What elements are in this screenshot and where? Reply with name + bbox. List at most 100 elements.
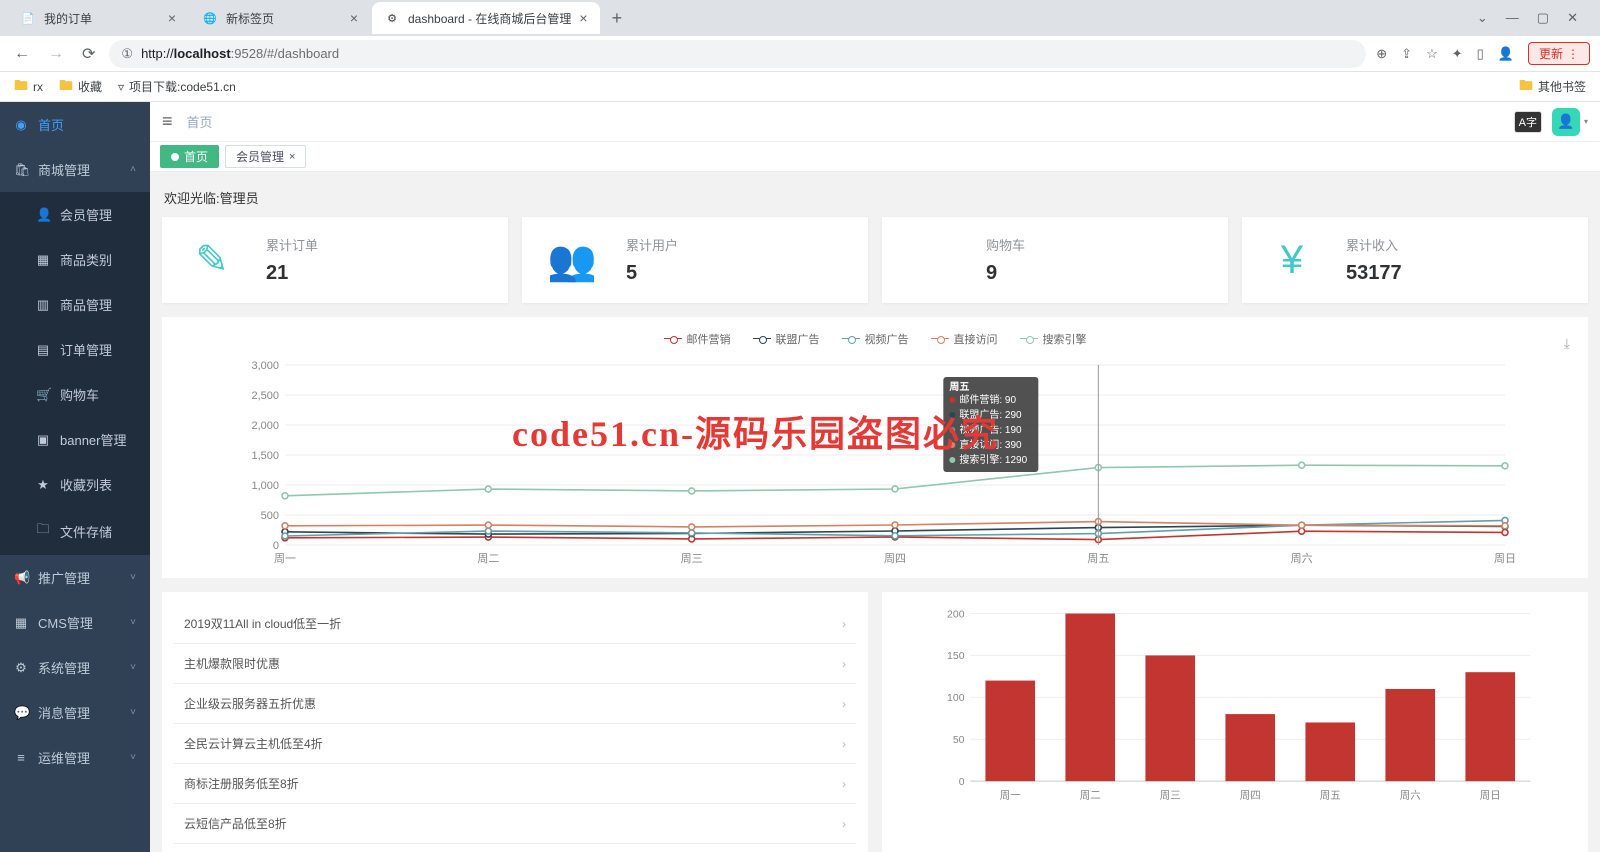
profile-icon[interactable]: 👤 (1498, 46, 1514, 62)
add-tab-button[interactable]: + (602, 8, 633, 29)
sidebar-item-group-3[interactable]: 💬消息管理˅ (0, 690, 150, 735)
sidebar-item-group-2[interactable]: ⚙系统管理˅ (0, 645, 150, 690)
folder-icon: 🖿 (14, 75, 28, 99)
bookmark-other[interactable]: 🖿其他书签 (1519, 75, 1586, 99)
svg-text:2,500: 2,500 (251, 390, 279, 402)
menu-icon: 👤 (36, 207, 50, 223)
bookmark-rx[interactable]: 🖿rx (14, 75, 43, 99)
promo-row-4[interactable]: 商标注册服务低至8折› (174, 764, 856, 804)
avatar[interactable]: 👤 (1552, 108, 1580, 136)
chevron-right-icon: › (842, 777, 846, 791)
svg-text:100: 100 (947, 693, 965, 704)
browser-tab-1[interactable]: 🌐 新标签页 × (190, 2, 370, 34)
minimize-icon[interactable]: ― (1506, 10, 1519, 26)
svg-text:3,000: 3,000 (251, 360, 279, 372)
close-icon[interactable]: × (579, 10, 587, 26)
menu-icon: ▤ (36, 342, 50, 358)
sidebar-item-mall-7[interactable]: 🗀文件存储 (0, 507, 150, 555)
update-button[interactable]: 更新⋮ (1528, 42, 1590, 65)
address-bar: ← → ⟳ ① http://localhost:9528/#/dashboar… (0, 36, 1600, 72)
browser-tab-2[interactable]: ⚙ dashboard - 在线商城后台管理 × (372, 2, 600, 34)
sidebar-item-mall-0[interactable]: 👤会员管理 (0, 192, 150, 237)
close-window-icon[interactable]: ✕ (1567, 10, 1578, 26)
svg-text:500: 500 (261, 510, 279, 522)
sidebar-item-home[interactable]: ◉ 首页 (0, 102, 150, 147)
tab-strip: 📄 我的订单 × 🌐 新标签页 × ⚙ dashboard - 在线商城后台管理… (0, 0, 1600, 36)
legend-item[interactable]: 直接访问 (931, 331, 998, 347)
sidebar-item-group-1[interactable]: ▦CMS管理˅ (0, 600, 150, 645)
language-button[interactable]: A字 (1514, 111, 1542, 133)
promo-row-0[interactable]: 2019双11All in cloud低至一折› (174, 604, 856, 644)
sidebar-item-label: 商品管理 (60, 295, 112, 314)
sidebar-item-mall-4[interactable]: 🛒购物车 (0, 372, 150, 417)
reload-button[interactable]: ⟳ (78, 40, 99, 68)
browser-chrome: 📄 我的订单 × 🌐 新标签页 × ⚙ dashboard - 在线商城后台管理… (0, 0, 1600, 102)
maximize-icon[interactable]: ▢ (1537, 10, 1549, 26)
search-icon[interactable]: ⊕ (1376, 46, 1387, 62)
svg-text:周一: 周一 (1000, 789, 1021, 801)
panel-icon[interactable]: ▯ (1477, 46, 1484, 62)
promo-row-5[interactable]: 云短信产品低至8折› (174, 804, 856, 844)
browser-tab-0[interactable]: 📄 我的订单 × (8, 2, 188, 34)
svg-text:视频广告: 190: 视频广告: 190 (959, 423, 1022, 436)
svg-text:周四: 周四 (884, 552, 906, 565)
forward-button[interactable]: → (44, 41, 68, 67)
site-icon: ▿ (118, 80, 124, 94)
legend-item[interactable]: 搜索引擎 (1020, 331, 1087, 347)
main: ≡ 首页 A字 👤 ▾ 首页 会员管理 × 欢迎光临:管理员 ✎ 累计订单 21… (150, 102, 1600, 852)
promo-label: 企业级云服务器五折优惠 (184, 695, 316, 712)
close-icon[interactable]: × (289, 151, 295, 163)
sidebar-item-mall-6[interactable]: ★收藏列表 (0, 462, 150, 507)
sidebar-item-label: 商品类别 (60, 250, 112, 269)
hamburger-icon[interactable]: ≡ (162, 111, 173, 132)
sidebar-item-mall-2[interactable]: ▥商品管理 (0, 282, 150, 327)
sidebar-item-group-0[interactable]: 📢推广管理˅ (0, 555, 150, 600)
close-icon[interactable]: × (350, 10, 358, 26)
chevron-right-icon: › (842, 617, 846, 631)
url-input[interactable]: ① http://localhost:9528/#/dashboard (109, 40, 1366, 68)
chevron-down-icon[interactable]: ⌄ (1477, 10, 1488, 26)
bar-chart-panel: 050100150200周一周二周三周四周五周六周日 (882, 592, 1588, 852)
sidebar: ◉ 首页 🛍 商城管理 ˄ 👤会员管理▦商品类别▥商品管理▤订单管理🛒购物车▣b… (0, 102, 150, 852)
svg-text:0: 0 (959, 777, 965, 788)
stat-card-1: 👥 累计用户 5 (522, 217, 868, 303)
svg-text:1,000: 1,000 (251, 480, 279, 492)
promo-row-2[interactable]: 企业级云服务器五折优惠› (174, 684, 856, 724)
menu-icon: ⚙ (14, 660, 28, 676)
promo-row-3[interactable]: 全民云计算云主机低至4折› (174, 724, 856, 764)
menu-icon: ▣ (36, 432, 50, 448)
extensions-icon[interactable]: ✦ (1452, 46, 1463, 62)
close-icon[interactable]: × (168, 10, 176, 26)
tab-title: dashboard - 在线商城后台管理 (408, 10, 571, 27)
svg-text:2,000: 2,000 (251, 420, 279, 432)
sidebar-item-mall[interactable]: 🛍 商城管理 ˄ (0, 147, 150, 192)
sidebar-item-label: 消息管理 (38, 703, 90, 722)
sidebar-item-mall-5[interactable]: ▣banner管理 (0, 417, 150, 462)
star-icon[interactable]: ☆ (1426, 46, 1438, 62)
tab-home[interactable]: 首页 (160, 145, 219, 168)
svg-text:周五: 周五 (1087, 552, 1109, 565)
promo-row-1[interactable]: 主机爆款限时优惠› (174, 644, 856, 684)
legend-item[interactable]: 邮件营销 (664, 331, 731, 347)
page-tabs: 首页 会员管理 × (150, 142, 1600, 172)
tab-member[interactable]: 会员管理 × (225, 145, 306, 168)
sidebar-item-mall-3[interactable]: ▤订单管理 (0, 327, 150, 372)
menu-icon: 📢 (14, 570, 28, 586)
line-chart: 05001,0001,5002,0002,5003,000周一周二周三周四周五周… (176, 357, 1574, 567)
share-icon[interactable]: ⇪ (1401, 46, 1412, 62)
back-button[interactable]: ← (10, 41, 34, 67)
svg-text:周六: 周六 (1291, 552, 1313, 565)
sidebar-item-group-4[interactable]: ≡运维管理˅ (0, 735, 150, 780)
sidebar-item-mall-1[interactable]: ▦商品类别 (0, 237, 150, 282)
chevron-down-icon: ˅ (130, 707, 136, 718)
bookmark-dl[interactable]: ▿项目下载:code51.cn (118, 78, 236, 95)
download-icon[interactable]: ⤓ (1564, 335, 1570, 352)
legend-item[interactable]: 联盟广告 (753, 331, 820, 347)
svg-text:周四: 周四 (1240, 789, 1261, 801)
chevron-down-icon[interactable]: ▾ (1584, 117, 1588, 126)
svg-text:搜索引擎: 1290: 搜索引擎: 1290 (959, 453, 1027, 466)
bookmark-fav[interactable]: 🖿收藏 (59, 75, 102, 99)
stat-card-2: 购物车 9 (882, 217, 1228, 303)
legend-item[interactable]: 视频广告 (842, 331, 909, 347)
svg-text:邮件营销: 90: 邮件营销: 90 (959, 393, 1016, 406)
